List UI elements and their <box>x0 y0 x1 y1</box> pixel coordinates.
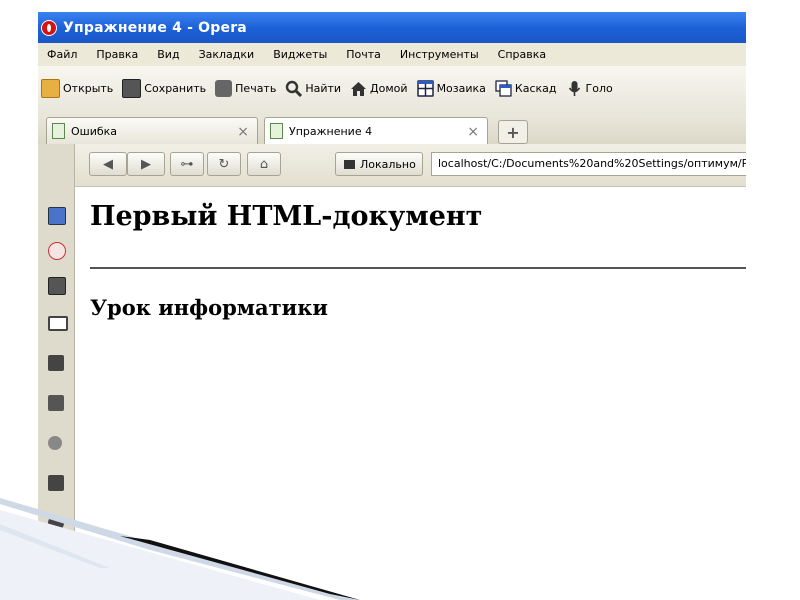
tile-button[interactable]: Мозаика <box>416 80 486 97</box>
arrow-right-icon: ▶ <box>141 156 151 172</box>
home-icon: ⌂ <box>259 156 269 172</box>
home-nav-button[interactable]: ⌂ <box>247 152 281 176</box>
menu-mail[interactable]: Почта <box>346 48 381 61</box>
address-bar: ◀ ▶ ⊶ ↻ ⌂ Локально localhost/C:/Document… <box>75 144 746 187</box>
print-button[interactable]: Печать <box>215 80 276 97</box>
back-button[interactable]: ◀ <box>89 152 127 176</box>
notes-panel-icon[interactable] <box>48 395 64 411</box>
menu-help[interactable]: Справка <box>498 48 546 61</box>
title-bar: Упражнение 4 - Opera <box>38 12 746 43</box>
decorative-swoosh <box>0 498 360 600</box>
window-title: Упражнение 4 - Opera <box>63 19 247 36</box>
url-field[interactable]: localhost/C:/Documents%20and%20Settings/… <box>431 152 746 176</box>
close-tab-icon[interactable]: × <box>467 124 479 140</box>
tab-error[interactable]: Ошибка × <box>46 117 258 144</box>
floppy-disk-icon <box>122 79 142 98</box>
key-icon: ⊶ <box>180 156 194 172</box>
new-tab-button[interactable]: + <box>498 120 528 144</box>
page-paragraph: Урок информатики <box>90 295 328 320</box>
menu-file[interactable]: Файл <box>47 48 77 61</box>
tab-exercise-4[interactable]: Упражнение 4 × <box>264 117 488 144</box>
menu-view[interactable]: Вид <box>157 48 179 61</box>
microphone-icon <box>568 81 580 96</box>
save-button[interactable]: Сохранить <box>122 79 206 98</box>
plus-icon: + <box>506 122 520 142</box>
notes-star-panel-icon[interactable] <box>48 277 66 295</box>
arrow-left-icon: ◀ <box>103 156 113 172</box>
reload-button[interactable]: ↻ <box>207 152 241 176</box>
cascade-button[interactable]: Каскад <box>495 80 557 97</box>
menu-bar: Файл Правка Вид Закладки Виджеты Почта И… <box>38 43 746 66</box>
local-indicator[interactable]: Локально <box>335 152 423 176</box>
find-button[interactable]: Найти <box>285 80 341 97</box>
menu-tools[interactable]: Инструменты <box>400 48 479 61</box>
downloads-panel-icon[interactable] <box>48 475 64 491</box>
cascade-windows-icon <box>495 80 512 97</box>
tile-windows-icon <box>416 80 434 97</box>
folder-icon <box>41 79 60 98</box>
mail-panel-icon[interactable] <box>48 316 68 331</box>
close-tab-icon[interactable]: × <box>237 124 249 140</box>
bookmarks-panel-icon[interactable] <box>48 207 66 225</box>
magnifier-icon <box>286 80 303 97</box>
printer-icon <box>215 80 233 97</box>
horizontal-rule <box>90 267 746 269</box>
browser-window: Упражнение 4 - Opera Файл Правка Вид Зак… <box>38 12 746 550</box>
page-icon <box>52 123 65 139</box>
opera-logo-icon[interactable] <box>41 19 57 36</box>
page-heading: Первый HTML-документ <box>90 201 483 232</box>
menu-edit[interactable]: Правка <box>96 48 138 61</box>
menu-bookmarks[interactable]: Закладки <box>199 48 255 61</box>
widgets-panel-icon[interactable] <box>48 355 64 371</box>
home-icon <box>351 82 367 96</box>
open-button[interactable]: Открыть <box>41 79 113 98</box>
tab-bar: Ошибка × Упражнение 4 × + <box>38 114 746 145</box>
monitor-icon <box>344 159 355 169</box>
page-icon <box>270 123 283 139</box>
transfers-panel-icon[interactable] <box>48 436 62 450</box>
voice-button[interactable]: Голо <box>566 80 613 97</box>
reload-icon: ↻ <box>218 156 230 172</box>
wand-button[interactable]: ⊶ <box>170 152 204 176</box>
forward-button[interactable]: ▶ <box>127 152 165 176</box>
menu-widgets[interactable]: Виджеты <box>273 48 327 61</box>
yandex-panel-icon[interactable] <box>48 242 66 260</box>
home-button[interactable]: Домой <box>350 80 408 97</box>
